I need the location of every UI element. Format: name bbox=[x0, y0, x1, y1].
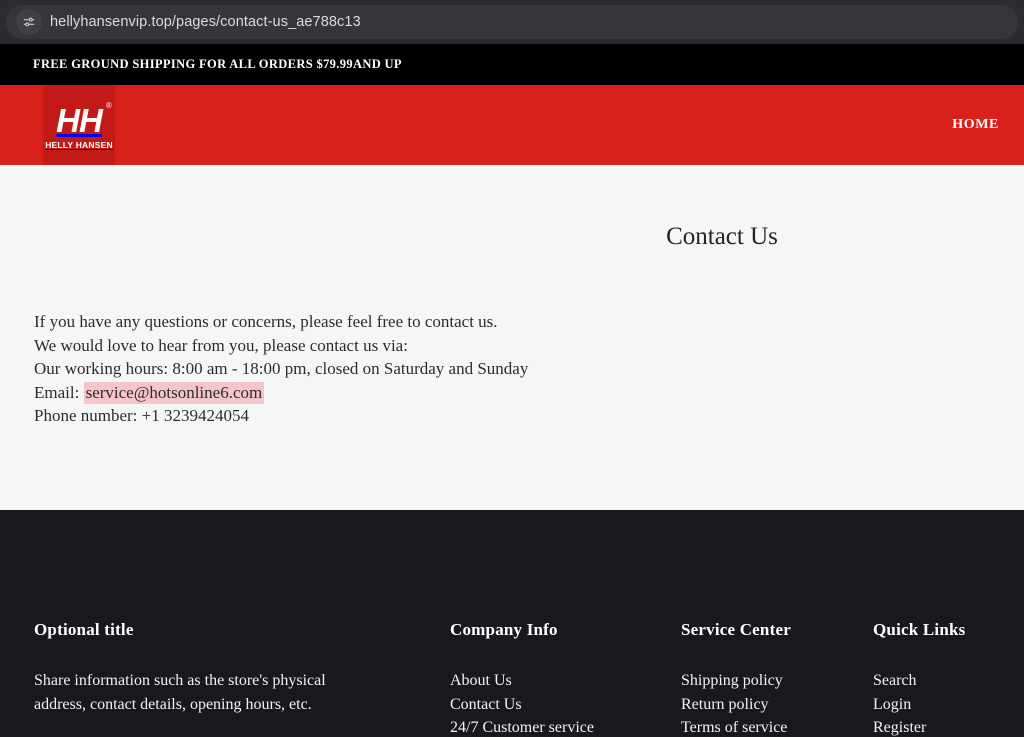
footer-link-customer-service[interactable]: 24/7 Customer service bbox=[450, 716, 594, 737]
logo-monogram: HH ® bbox=[56, 102, 112, 139]
site-footer: Optional title Share information such as… bbox=[0, 510, 1024, 737]
announcement-text: FREE GROUND SHIPPING FOR ALL ORDERS $79.… bbox=[33, 57, 402, 71]
address-bar[interactable]: hellyhansenvip.top/pages/contact-us_ae78… bbox=[6, 5, 1018, 39]
footer-link-register[interactable]: Register bbox=[873, 716, 965, 737]
main-content: Contact Us If you have any questions or … bbox=[0, 165, 1024, 510]
footer-column-service-center: Service Center Shipping policy Return po… bbox=[681, 620, 791, 737]
footer-heading-company-info: Company Info bbox=[450, 620, 558, 639]
email-address[interactable]: service@hotsonline6.com bbox=[83, 381, 265, 404]
contact-line-invite: We would love to hear from you, please c… bbox=[34, 335, 408, 355]
contact-line-phone: Phone number: +1 3239424054 bbox=[34, 406, 249, 425]
tune-sliders-icon[interactable] bbox=[16, 9, 42, 35]
page-title: Contact Us bbox=[666, 223, 778, 250]
contact-line-email: Email: service@hotsonline6.com bbox=[34, 381, 528, 405]
contact-details: If you have any questions or concerns, p… bbox=[34, 310, 528, 428]
logo-wordmark: HELLY HANSEN bbox=[45, 140, 113, 150]
footer-column-quick-links: Quick Links Search Login Register bbox=[873, 620, 965, 737]
announcement-bar: FREE GROUND SHIPPING FOR ALL ORDERS $79.… bbox=[0, 44, 1024, 85]
main-navigation: HOME bbox=[952, 85, 1024, 165]
logo-monogram-text: HH bbox=[56, 102, 103, 139]
footer-heading-quick-links: Quick Links bbox=[873, 620, 966, 639]
footer-link-terms-of-service[interactable]: Terms of service bbox=[681, 716, 791, 737]
browser-toolbar: hellyhansenvip.top/pages/contact-us_ae78… bbox=[0, 0, 1024, 44]
registered-mark-icon: ® bbox=[105, 101, 112, 110]
site-logo[interactable]: HH ® HELLY HANSEN bbox=[43, 85, 115, 165]
footer-link-about-us[interactable]: About Us bbox=[450, 669, 594, 693]
footer-description: Share information such as the store's ph… bbox=[34, 672, 326, 713]
contact-line-intro: If you have any questions or concerns, p… bbox=[34, 312, 498, 331]
footer-link-contact-us[interactable]: Contact Us bbox=[450, 693, 594, 717]
footer-link-login[interactable]: Login bbox=[873, 693, 965, 717]
email-label: Email: bbox=[34, 382, 84, 402]
footer-column-company-info: Company Info About Us Contact Us 24/7 Cu… bbox=[450, 620, 594, 737]
site-header: HH ® HELLY HANSEN HOME bbox=[0, 85, 1024, 165]
contact-line-hours: Our working hours: 8:00 am - 18:00 pm, c… bbox=[34, 359, 529, 378]
footer-link-return-policy[interactable]: Return policy bbox=[681, 693, 791, 717]
nav-item-home[interactable]: HOME bbox=[952, 117, 999, 133]
footer-link-search[interactable]: Search bbox=[873, 669, 965, 693]
footer-link-shipping-policy[interactable]: Shipping policy bbox=[681, 669, 791, 693]
url-text: hellyhansenvip.top/pages/contact-us_ae78… bbox=[50, 14, 361, 30]
footer-column-optional: Optional title Share information such as… bbox=[34, 620, 364, 717]
footer-heading-service-center: Service Center bbox=[681, 620, 791, 639]
footer-heading-optional: Optional title bbox=[34, 620, 134, 639]
